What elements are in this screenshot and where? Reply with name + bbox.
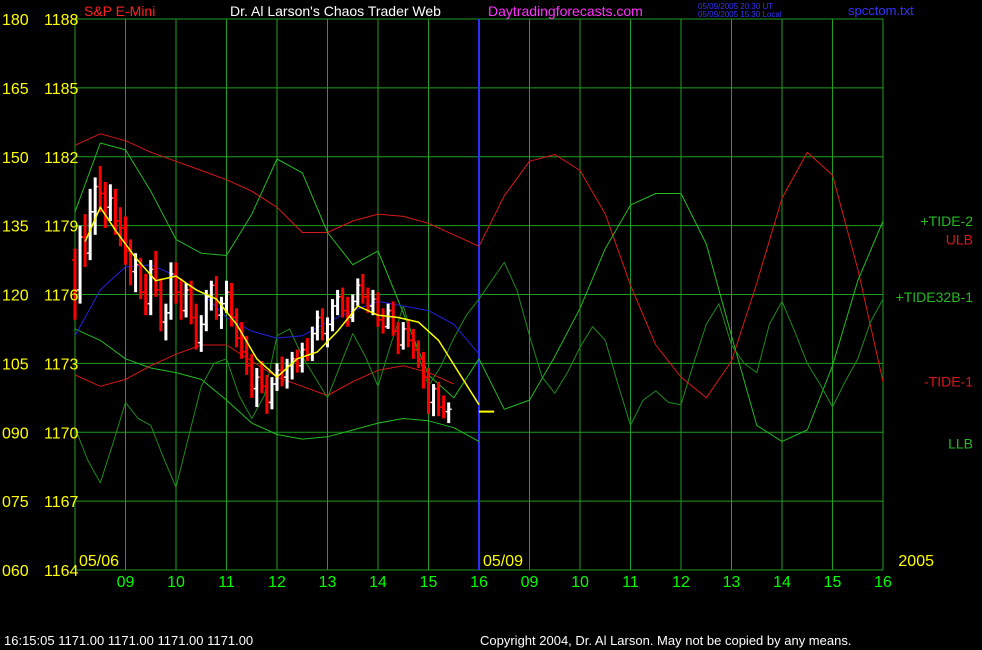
- x-tick-label: 11: [622, 574, 639, 591]
- price-tick-label: 1173: [44, 356, 79, 373]
- site-link[interactable]: Daytradingforecasts.com: [488, 3, 643, 19]
- quote-readout: 16:15:05 1171.00 1171.00 1171.00 1171.00: [4, 633, 253, 648]
- price-tick-label: 1164: [44, 563, 79, 580]
- cycle-tick-label: 165: [2, 81, 29, 98]
- x-tick-label: 16: [874, 574, 892, 591]
- legend-ulb: ULB: [946, 231, 973, 247]
- cycle-tick-label: 135: [2, 219, 29, 236]
- data-file-label: spcctom.txt: [848, 3, 914, 18]
- x-tick-label: 13: [319, 574, 337, 591]
- price-tick-label: 1170: [44, 425, 79, 442]
- x-tick-label: 10: [571, 574, 589, 591]
- x-tick-label: 11: [218, 574, 235, 591]
- price-tick-label: 1185: [44, 81, 79, 98]
- legend-llb: LLB: [948, 436, 973, 452]
- cycle-tick-label: 150: [2, 150, 29, 167]
- timestamp-local: 05/09/2005 15:30 Local: [698, 10, 782, 19]
- x-tick-label: 12: [672, 574, 690, 591]
- copyright-notice: Copyright 2004, Dr. Al Larson. May not b…: [480, 633, 851, 648]
- cycle-tick-label: 075: [2, 494, 29, 511]
- legend-tide-2: +TIDE-2: [920, 213, 973, 229]
- x-tick-label: 15: [420, 574, 438, 591]
- legend-tide-1: -TIDE-1: [924, 374, 973, 390]
- cycle-tick-label: 180: [2, 12, 29, 29]
- symbol-label: S&P E-Mini: [84, 3, 155, 19]
- date-label: 05/09: [483, 553, 523, 570]
- x-tick-label: 13: [723, 574, 741, 591]
- date-label: 2005: [898, 553, 934, 570]
- cycle-tick-label: 105: [2, 356, 29, 373]
- price-tick-label: 1176: [44, 288, 79, 305]
- legend-tide32b-1: +TIDE32B-1: [896, 289, 974, 305]
- x-tick-label: 09: [117, 574, 135, 591]
- cycle-tick-label: 060: [2, 563, 29, 580]
- cycle-tick-label: 120: [2, 288, 29, 305]
- x-tick-label: 16: [470, 574, 488, 591]
- price-tick-label: 1188: [44, 12, 79, 29]
- price-tick-label: 1182: [44, 150, 79, 167]
- x-tick-label: 09: [521, 574, 539, 591]
- cycle-tick-label: 090: [2, 425, 29, 442]
- chart-title: Dr. Al Larson's Chaos Trader Web: [230, 3, 441, 19]
- x-tick-label: 12: [268, 574, 286, 591]
- x-tick-label: 14: [369, 574, 387, 591]
- price-tick-label: 1179: [44, 219, 79, 236]
- x-tick-label: 10: [167, 574, 185, 591]
- price-tick-label: 1167: [44, 494, 79, 511]
- x-tick-label: 15: [824, 574, 842, 591]
- chart: 180 165 150 135 120 105 090 075 060 1188 1185 1182 1…: [0, 0, 982, 650]
- date-label: 05/06: [79, 553, 119, 570]
- x-tick-label: 14: [773, 574, 791, 591]
